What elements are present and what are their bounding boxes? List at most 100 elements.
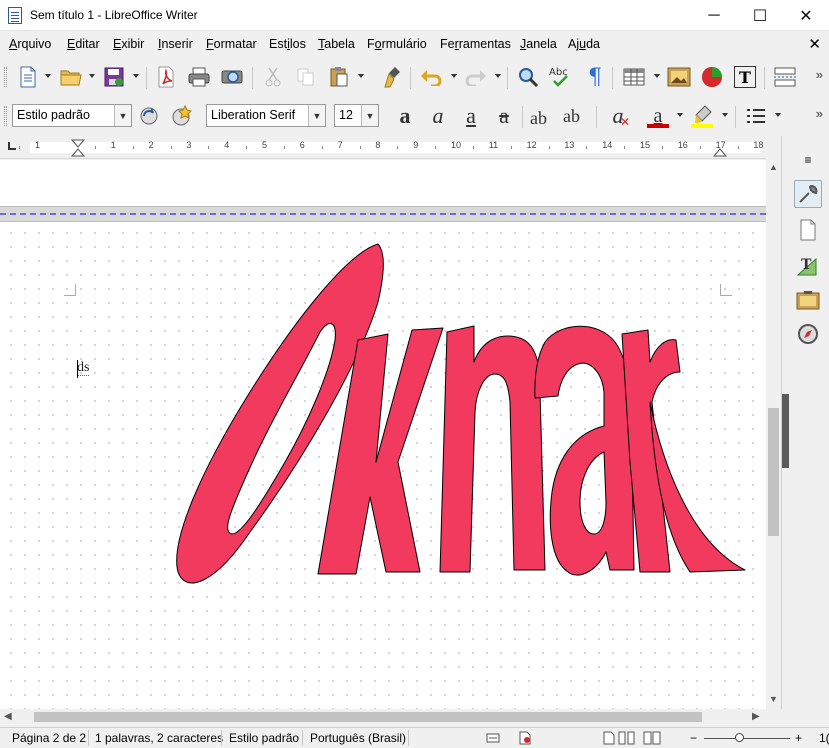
horizontal-ruler[interactable]: 1 1 2 3 4 5 6 7 8 9 10 11 12 13 14 15 16 17 18: [0, 136, 766, 159]
document-text[interactable]: ds: [77, 360, 90, 376]
vertical-scroll-thumb[interactable]: [768, 408, 779, 536]
scroll-right-icon[interactable]: ▶: [752, 711, 760, 722]
zoom-out-button[interactable]: −: [690, 731, 697, 745]
left-indent-marker-icon[interactable]: [71, 139, 85, 157]
zoom-percentage[interactable]: 1(: [819, 731, 829, 745]
clone-formatting-icon[interactable]: [380, 64, 406, 90]
menu-tabela[interactable]: Tabela: [318, 37, 355, 51]
copy-icon[interactable]: [293, 64, 319, 90]
minimize-button[interactable]: ─: [691, 0, 737, 31]
styles-icon[interactable]: T: [794, 252, 822, 280]
toolbar-grip[interactable]: [4, 67, 7, 87]
paste-dropdown-arrow[interactable]: [358, 74, 364, 78]
new-document-icon[interactable]: [15, 64, 41, 90]
tab-stop-icon[interactable]: [8, 142, 16, 150]
close-button[interactable]: ✕: [783, 0, 829, 31]
zoom-slider[interactable]: [704, 738, 790, 739]
menu-exibir[interactable]: Exibir: [113, 37, 144, 51]
paragraph-style-combo[interactable]: Estilo padrão ▼: [12, 104, 132, 127]
horizontal-scrollbar[interactable]: ◀ ▶: [0, 709, 766, 725]
open-icon[interactable]: [58, 64, 84, 90]
menu-arquivo[interactable]: Arquivo: [9, 37, 51, 51]
multi-page-view-icon[interactable]: [618, 731, 636, 748]
chevron-down-icon[interactable]: ▼: [361, 105, 378, 126]
subscript-button[interactable]: ab: [563, 103, 589, 129]
insert-page-break-icon[interactable]: [772, 64, 798, 90]
book-view-icon[interactable]: [643, 731, 661, 748]
scroll-left-icon[interactable]: ◀: [4, 711, 12, 722]
page-icon[interactable]: [794, 216, 822, 244]
list-button[interactable]: [743, 103, 769, 129]
menu-ajuda[interactable]: Ajuda: [568, 37, 600, 51]
font-size-combo[interactable]: 12 ▼: [334, 104, 379, 127]
insert-chart-icon[interactable]: [699, 64, 725, 90]
right-indent-marker-icon[interactable]: [713, 139, 727, 157]
gallery-icon[interactable]: [794, 286, 822, 314]
new-style-icon[interactable]: [168, 103, 194, 129]
font-color-button[interactable]: a: [645, 103, 671, 129]
table-dropdown-arrow[interactable]: [654, 74, 660, 78]
language[interactable]: Português (Brasil): [310, 731, 406, 745]
menu-formulario[interactable]: Formulário: [367, 37, 427, 51]
open-dropdown-arrow[interactable]: [89, 74, 95, 78]
page-style[interactable]: Estilo padrão: [229, 731, 299, 745]
menu-janela[interactable]: Janela: [520, 37, 557, 51]
menu-inserir[interactable]: Inserir: [158, 37, 193, 51]
redo-icon[interactable]: [463, 64, 489, 90]
word-count[interactable]: 1 palavras, 2 caracteres: [95, 731, 223, 745]
zoom-in-button[interactable]: +: [795, 731, 802, 745]
highlight-button[interactable]: [689, 103, 715, 129]
export-pdf-icon[interactable]: [153, 64, 179, 90]
chevron-down-icon[interactable]: ▼: [308, 105, 325, 126]
close-document-button[interactable]: ✕: [808, 35, 821, 53]
font-name-combo[interactable]: Liberation Serif ▼: [206, 104, 326, 127]
scroll-down-icon[interactable]: ▼: [769, 694, 778, 704]
font-color-dropdown-arrow[interactable]: [677, 113, 683, 117]
sidebar-menu-icon[interactable]: ≡: [794, 146, 822, 174]
bold-button[interactable]: a: [392, 103, 418, 129]
highlight-dropdown-arrow[interactable]: [722, 113, 728, 117]
save-icon[interactable]: [101, 64, 127, 90]
document-area[interactable]: ds: [0, 160, 766, 709]
superscript-button[interactable]: ab: [530, 103, 556, 129]
new-dropdown-arrow[interactable]: [45, 74, 51, 78]
toolbar-grip[interactable]: [4, 106, 7, 126]
properties-icon[interactable]: [794, 180, 822, 208]
save-dropdown-arrow[interactable]: [133, 74, 139, 78]
page-count[interactable]: Página 2 de 2: [12, 731, 86, 745]
horizontal-scroll-thumb[interactable]: [34, 712, 702, 722]
insert-table-icon[interactable]: [621, 64, 647, 90]
underline-button[interactable]: a: [458, 103, 484, 129]
print-icon[interactable]: [186, 64, 212, 90]
zoom-slider-handle[interactable]: [735, 733, 744, 742]
selection-mode-icon[interactable]: [486, 731, 500, 748]
strikethrough-button[interactable]: a: [491, 103, 517, 129]
formatting-marks-icon[interactable]: ¶: [582, 64, 608, 90]
sidebar-collapse-handle[interactable]: [782, 394, 789, 468]
menu-ferramentas[interactable]: Ferramentas: [440, 37, 511, 51]
toolbar-overflow-button[interactable]: »: [816, 67, 823, 82]
insert-image-icon[interactable]: [666, 64, 692, 90]
find-replace-icon[interactable]: [515, 64, 541, 90]
cut-icon[interactable]: [260, 64, 286, 90]
maximize-button[interactable]: ☐: [737, 0, 783, 31]
italic-button[interactable]: a: [425, 103, 451, 129]
paste-icon[interactable]: [326, 64, 352, 90]
fontwork-shape[interactable]: [0, 222, 766, 709]
vertical-scrollbar[interactable]: ▲ ▼: [766, 160, 781, 709]
undo-icon[interactable]: [418, 64, 444, 90]
menu-estilos[interactable]: Estilos: [269, 37, 306, 51]
chevron-down-icon[interactable]: ▼: [114, 105, 131, 126]
scroll-up-icon[interactable]: ▲: [769, 162, 778, 172]
list-dropdown-arrow[interactable]: [775, 113, 781, 117]
update-style-icon[interactable]: [136, 103, 162, 129]
navigator-icon[interactable]: [794, 320, 822, 348]
print-preview-icon[interactable]: [219, 64, 245, 90]
page-2[interactable]: ds: [0, 222, 766, 709]
menu-editar[interactable]: Editar: [67, 37, 100, 51]
redo-dropdown-arrow[interactable]: [495, 74, 501, 78]
document-modified-icon[interactable]: [518, 731, 532, 748]
spelling-icon[interactable]: Abc: [548, 64, 574, 90]
single-page-view-icon[interactable]: [603, 731, 615, 748]
clear-formatting-button[interactable]: a ✕: [605, 103, 631, 129]
